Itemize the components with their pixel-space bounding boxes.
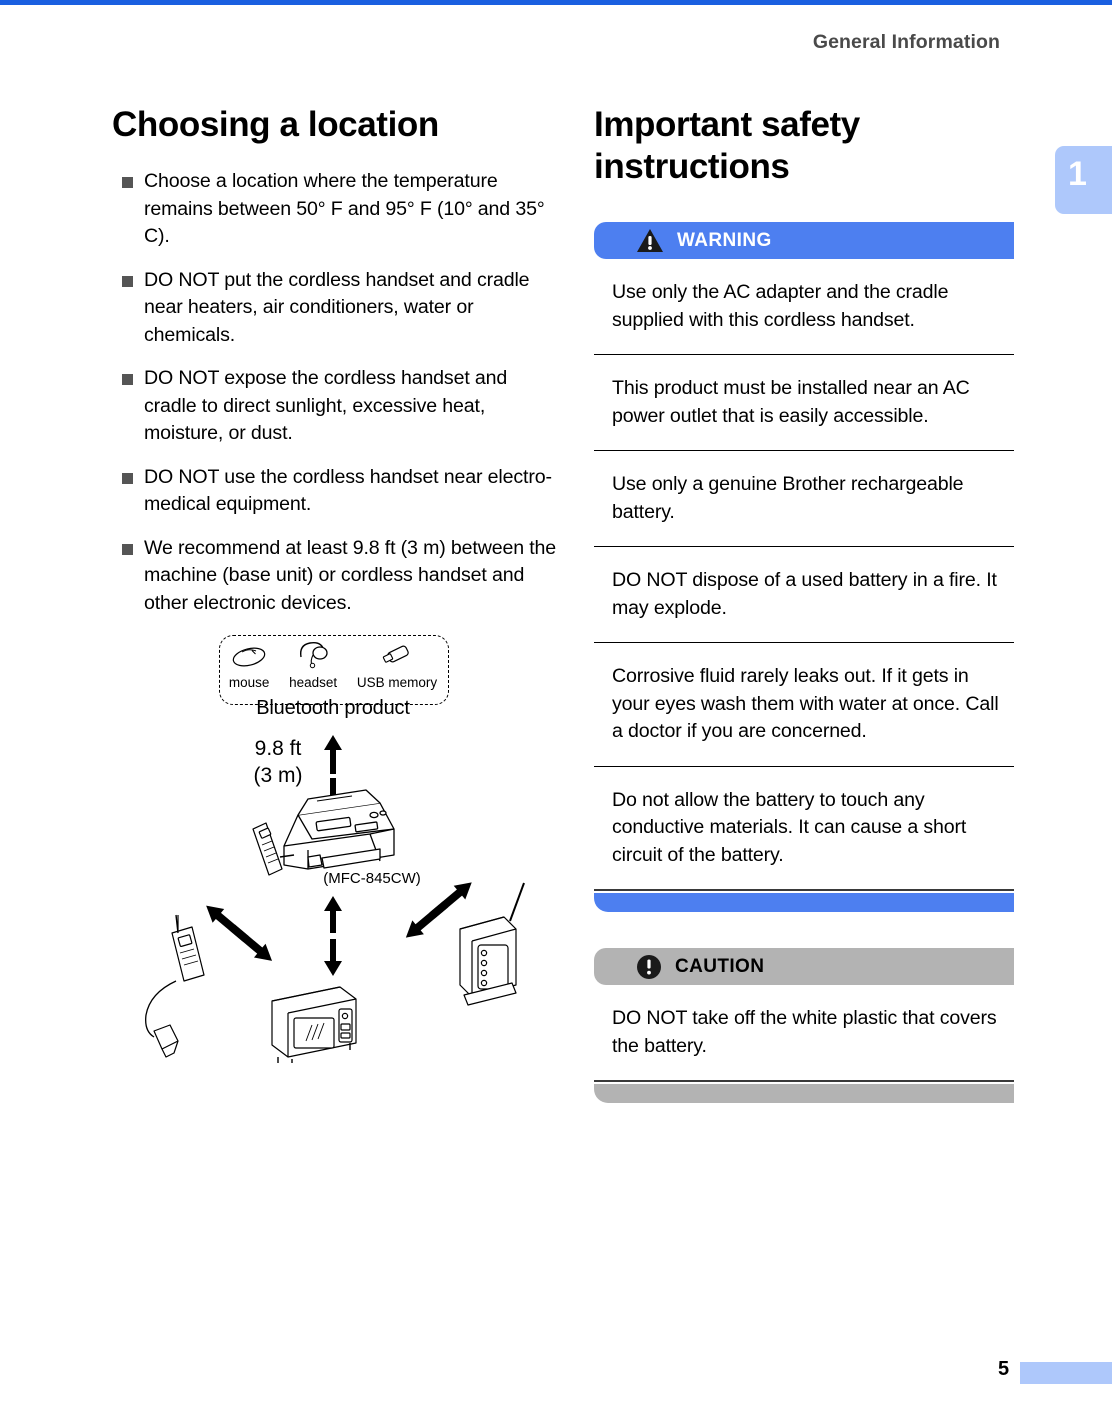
location-guidelines-list: Choose a location where the temperature … (112, 168, 564, 617)
caution-header: CAUTION (594, 948, 1014, 985)
list-item: Choose a location where the temperature … (112, 168, 564, 251)
mfc-machine-icon (283, 789, 395, 870)
left-column: Choosing a location Choose a location wh… (112, 104, 564, 1063)
caution-box: CAUTION DO NOT take off the white plasti… (594, 948, 1014, 1103)
arrow-down-icon (324, 939, 342, 976)
warning-box: WARNING Use only the AC adapter and the … (594, 222, 1014, 912)
page-number: 5 (998, 1358, 1010, 1380)
arrow-left-icon (229, 924, 273, 961)
arrow-up-icon (324, 896, 342, 933)
list-item: DO NOT use the cordless handset near ele… (112, 464, 564, 519)
cordless-phone-icon (145, 914, 205, 1058)
warning-header: WARNING (594, 222, 1014, 259)
arrow-left-icon (429, 882, 472, 919)
warning-item: Do not allow the battery to touch any co… (612, 788, 967, 866)
placement-diagram: mouse headset USB memory Bluetooth produ… (112, 633, 564, 1063)
microwave-oven-icon (271, 986, 357, 1063)
chapter-tab-number: 1 (1068, 155, 1087, 193)
right-column: Important safety instructions WARNING Us… (594, 104, 1014, 1103)
list-item: DO NOT expose the cordless handset and c… (112, 365, 564, 448)
wireless-router-icon (459, 882, 525, 1006)
safety-section-title: Important safety instructions (594, 105, 860, 186)
alert-spacer (594, 912, 1014, 948)
warning-item: Use only a genuine Brother rechargeable … (594, 451, 1014, 547)
warning-body: Use only the AC adapter and the cradle s… (594, 259, 1014, 889)
caution-item: DO NOT take off the white plastic that c… (612, 1007, 997, 1057)
caution-footer-bar (594, 1084, 1014, 1103)
warning-item: Corrosive fluid rarely leaks out. If it … (594, 643, 1014, 767)
page-top-rule (0, 0, 1112, 5)
running-head: General Information (812, 31, 1000, 53)
warning-item: This product must be installed near an A… (594, 355, 1014, 451)
list-item: We recommend at least 9.8 ft (3 m) betwe… (112, 535, 564, 618)
warning-item: Use only the AC adapter and the cradle s… (594, 259, 1014, 355)
caution-body: DO NOT take off the white plastic that c… (594, 985, 1014, 1080)
footer-accent-bar (1020, 1362, 1112, 1384)
warning-label: WARNING (677, 229, 772, 251)
caution-footer-rule (594, 1080, 1014, 1082)
caution-circle-icon (636, 954, 662, 980)
caution-label: CAUTION (675, 955, 765, 977)
diagram-graphics (145, 735, 525, 1063)
chapter-tab: 1 (1055, 146, 1112, 214)
list-item: DO NOT put the cordless handset and crad… (112, 267, 564, 350)
warning-triangle-icon (636, 228, 664, 253)
warning-footer-bar (594, 893, 1014, 912)
warning-item: DO NOT dispose of a used battery in a fi… (594, 547, 1014, 643)
page-title: Choosing a location (112, 105, 439, 144)
arrow-up-icon (324, 735, 342, 774)
warning-footer-rule (594, 889, 1014, 891)
